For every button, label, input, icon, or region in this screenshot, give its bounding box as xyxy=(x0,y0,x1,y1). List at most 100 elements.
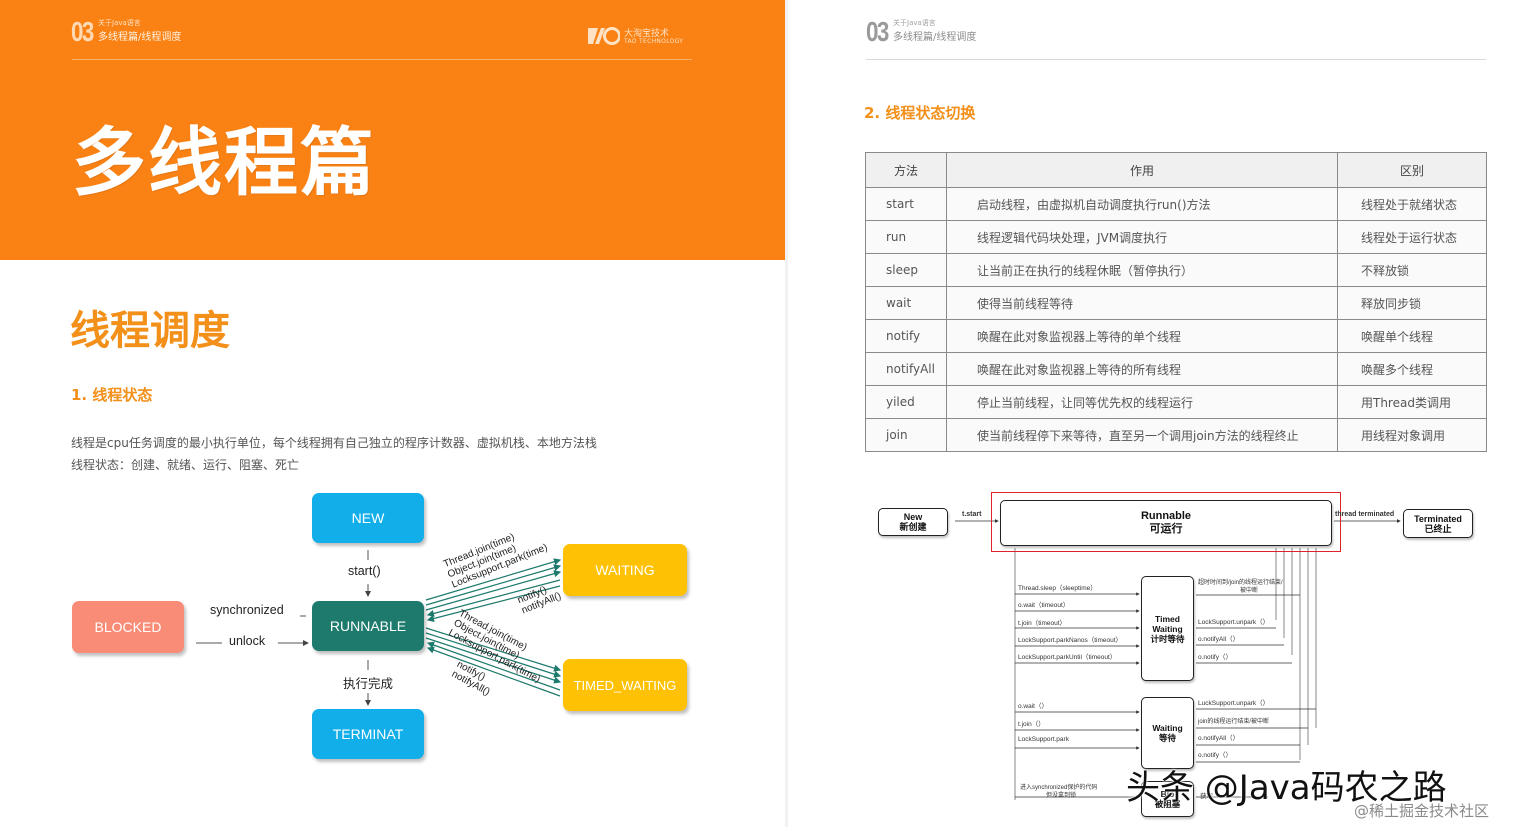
table-row: start 启动线程，由虚拟机自动调度执行run()方法 线程处于就绪状态 xyxy=(865,187,1487,221)
node-terminated-cn: 已终止 xyxy=(1424,523,1452,534)
cell-difference: 用Thread类调用 xyxy=(1337,385,1487,419)
tao-logo-icon xyxy=(588,27,621,45)
wait-out-1: LuckSupport.unpark（） xyxy=(1198,700,1270,707)
header-effect: 作用 xyxy=(946,152,1338,188)
blocked-in-2: 但没拿到锁 xyxy=(1046,793,1077,799)
cell-effect: 唤醒在此对象监视器上等待的单个线程 xyxy=(946,319,1338,353)
state-timed-waiting: TIMED_WAITING xyxy=(563,659,687,711)
timed-in-2: o.wait（timeout） xyxy=(1018,602,1070,609)
state-new: NEW xyxy=(312,493,424,543)
state-runnable: RUNNABLE xyxy=(312,601,424,651)
label-start: start() xyxy=(348,564,381,578)
table-row: notifyAll 唤醒在此对象监视器上等待的所有线程 唤醒多个线程 xyxy=(865,352,1487,386)
node-runnable-en: Runnable xyxy=(1140,510,1192,522)
cell-method: sleep xyxy=(865,253,947,287)
chapter-number: 03 xyxy=(866,16,889,47)
header-difference: 区别 xyxy=(1337,152,1487,188)
cell-method: run xyxy=(865,220,947,254)
table-row: notify 唤醒在此对象监视器上等待的单个线程 唤醒单个线程 xyxy=(865,319,1487,353)
paragraph-1: 线程是cpu任务调度的最小执行单位，每个线程拥有自己独立的程序计数器、虚拟机栈、… xyxy=(71,436,597,450)
chapter-title: 多线程篇/线程调度 xyxy=(893,32,977,43)
timed-in-5: LockSupport.parkUntil（timeout） xyxy=(1018,654,1117,661)
wait-out-2: join的线程运行结束/被中断 xyxy=(1198,719,1270,725)
node-timed-2: Waiting xyxy=(1152,623,1183,634)
node-waiting-en: Waiting xyxy=(1152,723,1183,733)
cell-effect: 唤醒在此对象监视器上等待的所有线程 xyxy=(946,352,1338,386)
cell-method: wait xyxy=(865,286,947,320)
node-new-cn: 新创建 xyxy=(899,522,927,532)
label-execution-done: 执行完成 xyxy=(343,677,394,691)
timed-out-4: o.notify（） xyxy=(1198,654,1232,661)
subsection-title: 1. 线程状态 xyxy=(71,386,153,404)
wait-in-3: LockSupport.park xyxy=(1018,736,1069,743)
cell-effect: 线程逻辑代码块处理，JVM调度执行 xyxy=(946,220,1338,254)
table-row: yiled 停止当前线程，让同等优先权的线程运行 用Thread类调用 xyxy=(865,385,1487,419)
logo-subtext: TAO TECHNOLOGY xyxy=(624,38,684,45)
node-timed-3: 计时等待 xyxy=(1150,633,1185,644)
chapter-number: 03 xyxy=(71,16,94,47)
node-terminated-en: Terminated xyxy=(1414,513,1462,524)
cell-effect: 启动线程，由虚拟机自动调度执行run()方法 xyxy=(946,187,1338,221)
state-waiting: WAITING xyxy=(563,544,687,596)
watermark-sub: @稀土掘金技术社区 xyxy=(1354,802,1490,820)
header-divider xyxy=(866,59,1486,60)
header-divider xyxy=(72,59,692,60)
state-blocked: BLOCKED xyxy=(72,601,184,653)
node-runnable: Runnable 可运行 xyxy=(1000,500,1332,546)
node-new-en: New xyxy=(903,512,923,522)
section-title: 2. 线程状态切换 xyxy=(864,104,976,122)
cell-effect: 让当前正在执行的线程休眠（暂停执行） xyxy=(946,253,1338,287)
cell-difference: 不释放锁 xyxy=(1337,253,1487,287)
right-page: 03 关于Java语言 多线程篇/线程调度 2. 线程状态切换 方法 作用 区别… xyxy=(788,0,1524,827)
table-row: run 线程逻辑代码块处理，JVM调度执行 线程处于运行状态 xyxy=(865,220,1487,254)
timed-out-1b: 被中断 xyxy=(1240,588,1259,594)
table-row: sleep 让当前正在执行的线程休眠（暂停执行） 不释放锁 xyxy=(865,253,1487,287)
node-timed-waiting: Timed Waiting 计时等待 xyxy=(1141,576,1194,681)
state-terminat: TERMINAT xyxy=(312,709,424,759)
cell-method: notifyAll xyxy=(865,352,947,386)
node-timed-1: Timed xyxy=(1155,613,1180,624)
node-runnable-cn: 可运行 xyxy=(1149,523,1183,535)
label-tstart: t.start xyxy=(962,511,982,518)
cell-method: start xyxy=(865,187,947,221)
cell-method: yiled xyxy=(865,385,947,419)
label-synchronized: synchronized xyxy=(210,603,284,617)
paragraph-2: 线程状态：创建、就绪、运行、阻塞、死亡 xyxy=(71,458,300,472)
cell-effect: 使当前线程停下来等待，直至另一个调用join方法的线程终止 xyxy=(946,418,1338,452)
cell-difference: 线程处于就绪状态 xyxy=(1337,187,1487,221)
wait-in-2: t.join（） xyxy=(1018,721,1045,728)
timed-in-1: Thread.sleep（sleeptime） xyxy=(1018,585,1097,592)
chapter-title: 多线程篇/线程调度 xyxy=(98,32,182,43)
table-header-row: 方法 作用 区别 xyxy=(865,152,1487,188)
cell-method: notify xyxy=(865,319,947,353)
node-waiting-cn: 等待 xyxy=(1158,733,1176,743)
hero-title: 多线程篇 xyxy=(72,120,376,206)
cell-difference: 用线程对象调用 xyxy=(1337,418,1487,452)
chapter-small-label: 关于Java语言 xyxy=(98,19,141,27)
cell-method: join xyxy=(865,418,947,452)
wait-out-4: o.notify（） xyxy=(1198,752,1232,759)
timed-out-3: o.notifyAll（） xyxy=(1198,636,1240,643)
timed-out-2: LockSupport.unpark（） xyxy=(1198,619,1270,626)
header-method: 方法 xyxy=(865,152,947,188)
table-row: join 使当前线程停下来等待，直至另一个调用join方法的线程终止 用线程对象… xyxy=(865,418,1487,452)
left-page: 03 关于Java语言 多线程篇/线程调度 大淘宝技术 TAO TECHNOLO… xyxy=(0,0,785,827)
cell-difference: 线程处于运行状态 xyxy=(1337,220,1487,254)
node-waiting: Waiting 等待 xyxy=(1141,697,1194,769)
section-title: 线程调度 xyxy=(70,308,230,354)
methods-table: 方法 作用 区别 start 启动线程，由虚拟机自动调度执行run()方法 线程… xyxy=(865,152,1487,452)
node-terminated: Terminated 已终止 xyxy=(1403,509,1473,538)
timed-in-4: LockSupport.parkNanos（timeout） xyxy=(1018,637,1123,644)
cell-difference: 释放同步锁 xyxy=(1337,286,1487,320)
label-unlock: unlock xyxy=(229,634,266,648)
timed-in-3: t.join（timeout） xyxy=(1018,620,1067,627)
cell-effect: 停止当前线程，让同等优先权的线程运行 xyxy=(946,385,1338,419)
chapter-small-label: 关于Java语言 xyxy=(893,19,936,27)
wait-in-1: o.wait（） xyxy=(1018,703,1048,710)
cell-difference: 唤醒单个线程 xyxy=(1337,319,1487,353)
cell-effect: 使得当前线程等待 xyxy=(946,286,1338,320)
wait-out-3: o.notifyAll（） xyxy=(1198,735,1240,742)
cell-difference: 唤醒多个线程 xyxy=(1337,352,1487,386)
label-thread-terminated: thread terminated xyxy=(1335,511,1395,518)
table-row: wait 使得当前线程等待 释放同步锁 xyxy=(865,286,1487,320)
